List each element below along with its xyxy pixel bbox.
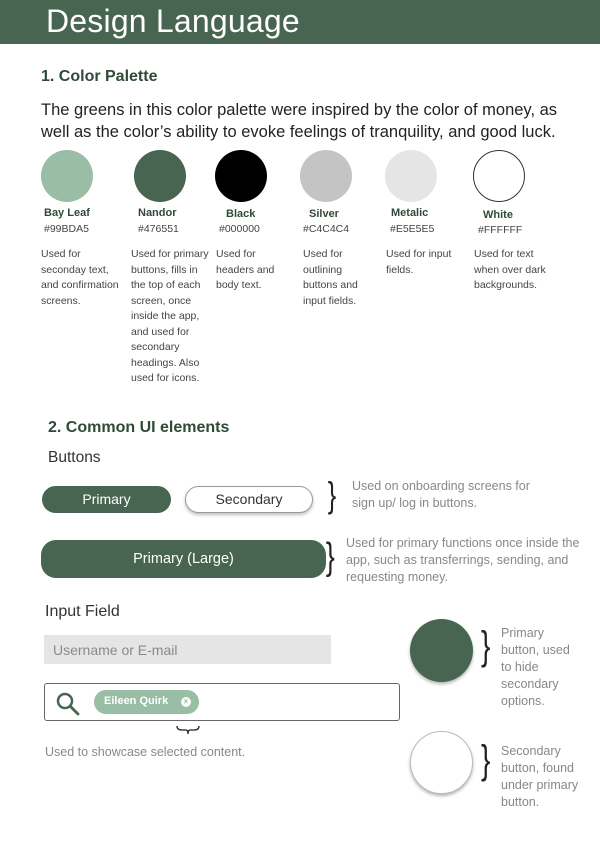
swatch-hex: #99BDA5 xyxy=(44,223,89,235)
primary-button[interactable]: Primary xyxy=(42,486,171,513)
page-title: Design Language xyxy=(46,3,300,39)
color-palette-heading: 1. Color Palette xyxy=(41,68,158,85)
round-primary-note: Primary button, used to hide secondary o… xyxy=(501,626,570,708)
username-input[interactable] xyxy=(44,635,331,664)
swatch-desc: Used for input fields. xyxy=(386,248,452,276)
chip-note: Used to showcase selected content. xyxy=(45,745,246,759)
swatch-hex: #000000 xyxy=(219,223,260,235)
brace-bracket: } xyxy=(325,536,335,578)
swatch-desc: Used for primary buttons, fills in the t… xyxy=(131,248,209,384)
swatch-name: White xyxy=(483,209,513,221)
search-field[interactable]: Eileen Quirk × xyxy=(44,683,400,721)
swatch-name: Silver xyxy=(309,208,339,220)
swatch-circle xyxy=(215,150,267,202)
primary-large-button[interactable]: Primary (Large) xyxy=(41,540,326,578)
round-secondary-button[interactable] xyxy=(410,731,473,794)
large-button-note: Used for primary functions once inside t… xyxy=(346,536,580,584)
swatch-circle xyxy=(41,150,93,202)
swatch-hex: #C4C4C4 xyxy=(303,223,350,235)
brace-bracket: } xyxy=(481,738,491,782)
underbrace-icon xyxy=(176,725,200,735)
swatch-desc: Used for text when over dark backgrounds… xyxy=(474,248,546,291)
chip-label: Eileen Quirk xyxy=(104,695,169,707)
swatch-name: Nandor xyxy=(138,207,177,219)
buttons-heading: Buttons xyxy=(48,449,101,466)
swatch-name: Black xyxy=(226,208,256,220)
swatch-hex: #E5E5E5 xyxy=(390,223,435,235)
brace-bracket: } xyxy=(481,624,491,668)
swatch-desc: Used for seconday text, and confirmation… xyxy=(41,248,119,307)
input-field-heading: Input Field xyxy=(45,603,120,620)
swatch-circle xyxy=(385,150,437,202)
swatch-desc: Used for headers and body text. xyxy=(216,248,275,291)
swatch-circle xyxy=(473,150,525,202)
swatch-circle xyxy=(134,150,186,202)
color-palette-intro: The greens in this color palette were in… xyxy=(41,101,558,141)
swatch-name: Bay Leaf xyxy=(44,207,90,219)
swatch-name: Metalic xyxy=(391,207,429,219)
selected-chip[interactable]: Eileen Quirk × xyxy=(94,690,199,714)
close-icon[interactable]: × xyxy=(181,697,191,707)
ui-elements-heading: 2. Common UI elements xyxy=(48,419,230,436)
swatch-circle xyxy=(300,150,352,202)
search-icon xyxy=(56,692,80,716)
brace-bracket: } xyxy=(327,474,337,515)
small-buttons-note: Used on onboarding screens for sign up/ … xyxy=(352,479,530,510)
page-header: Design Language xyxy=(0,0,600,44)
round-secondary-note: Secondary button, found under primary bu… xyxy=(501,744,579,809)
secondary-button[interactable]: Secondary xyxy=(185,486,313,513)
swatch-desc: Used for outlining buttons and input fie… xyxy=(303,248,358,307)
swatch-hex: #FFFFFF xyxy=(478,224,523,236)
swatch-hex: #476551 xyxy=(138,223,179,235)
round-primary-button[interactable] xyxy=(410,619,473,682)
